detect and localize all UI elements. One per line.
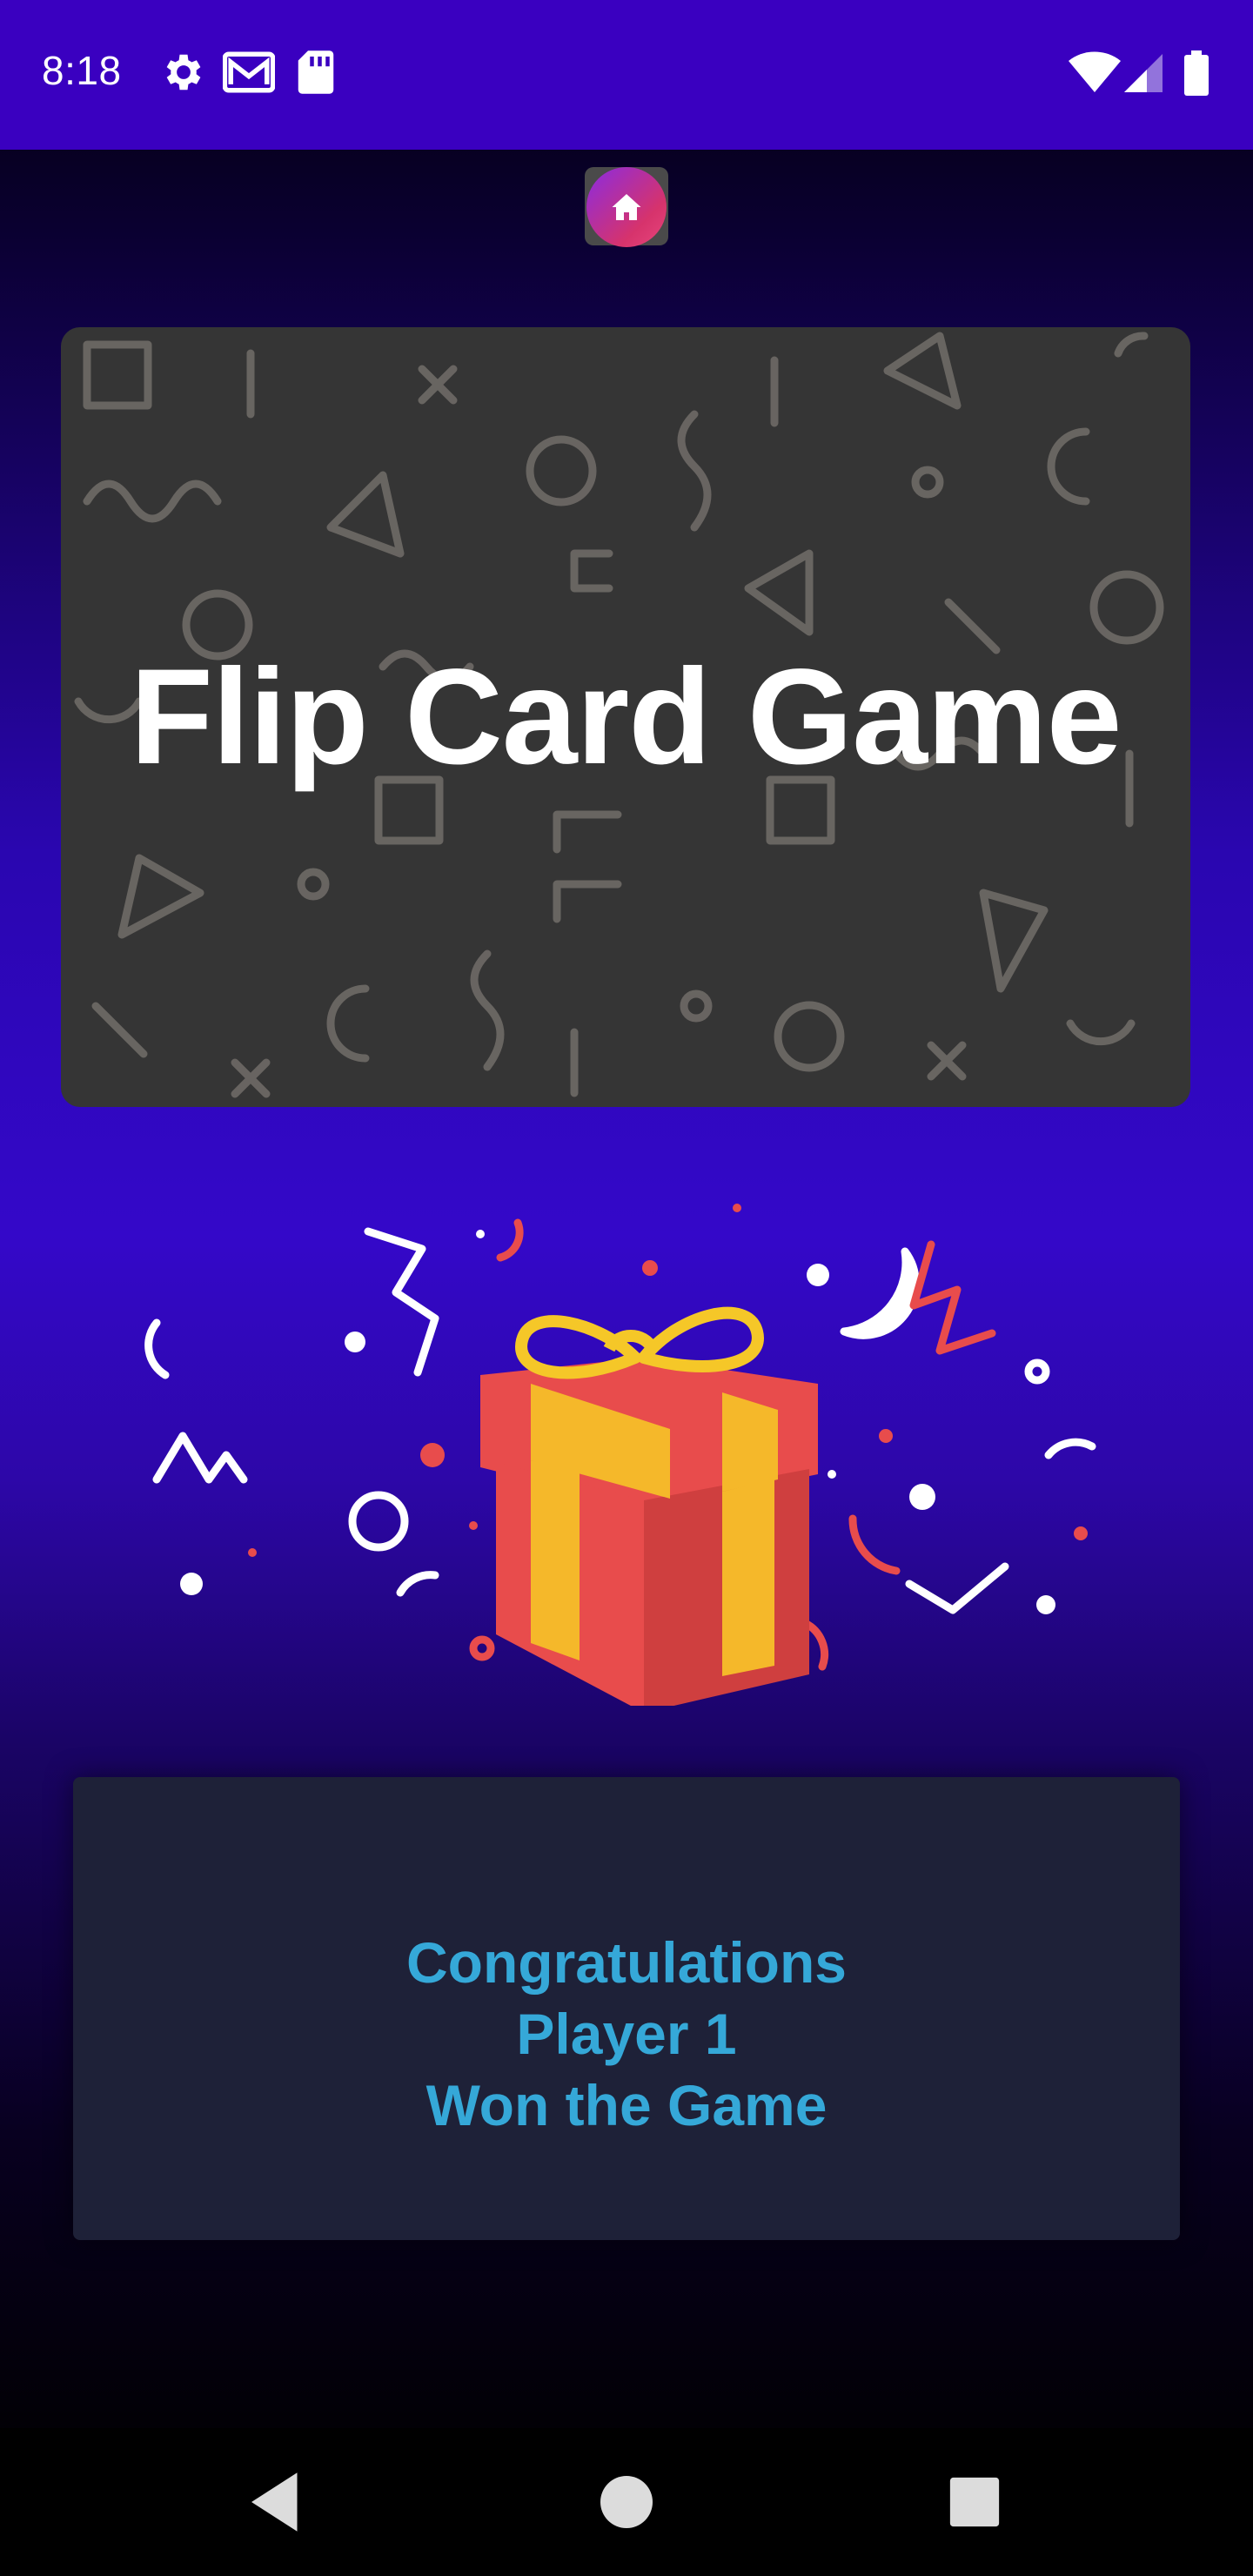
result-line-congratulations: Congratulations	[406, 1930, 847, 1995]
title-card: Flip Card Game	[61, 327, 1190, 1107]
system-nav-bar	[0, 2428, 1253, 2576]
app-screen: 8:18 Flip Card Game Congratulations Play…	[0, 0, 1253, 2576]
result-line-won: Won the Game	[425, 2073, 828, 2137]
home-icon	[612, 194, 641, 220]
status-time: 8:18	[42, 48, 122, 93]
result-message: Congratulations Player 1 Won the Game	[73, 1927, 1180, 2141]
result-line-player: Player 1	[516, 2002, 737, 2066]
wifi-icon	[1069, 51, 1121, 92]
gmail-icon	[223, 51, 275, 93]
battery-icon	[1184, 50, 1209, 96]
cell-signal-icon	[1124, 54, 1163, 92]
back-triangle-icon[interactable]	[238, 2463, 317, 2541]
result-panel: Congratulations Player 1 Won the Game	[73, 1777, 1180, 2240]
gift-box-icon	[144, 1204, 1096, 1713]
game-title: Flip Card Game	[130, 641, 1122, 793]
recents-square-icon[interactable]	[935, 2463, 1014, 2541]
home-button[interactable]	[585, 167, 668, 247]
home-circle-icon[interactable]	[587, 2463, 666, 2541]
gear-icon	[166, 54, 201, 91]
sd-card-icon	[298, 50, 334, 94]
home-button-circle	[586, 167, 667, 247]
gift-illustration	[122, 1184, 1131, 1713]
status-bar: 8:18	[0, 0, 1253, 150]
